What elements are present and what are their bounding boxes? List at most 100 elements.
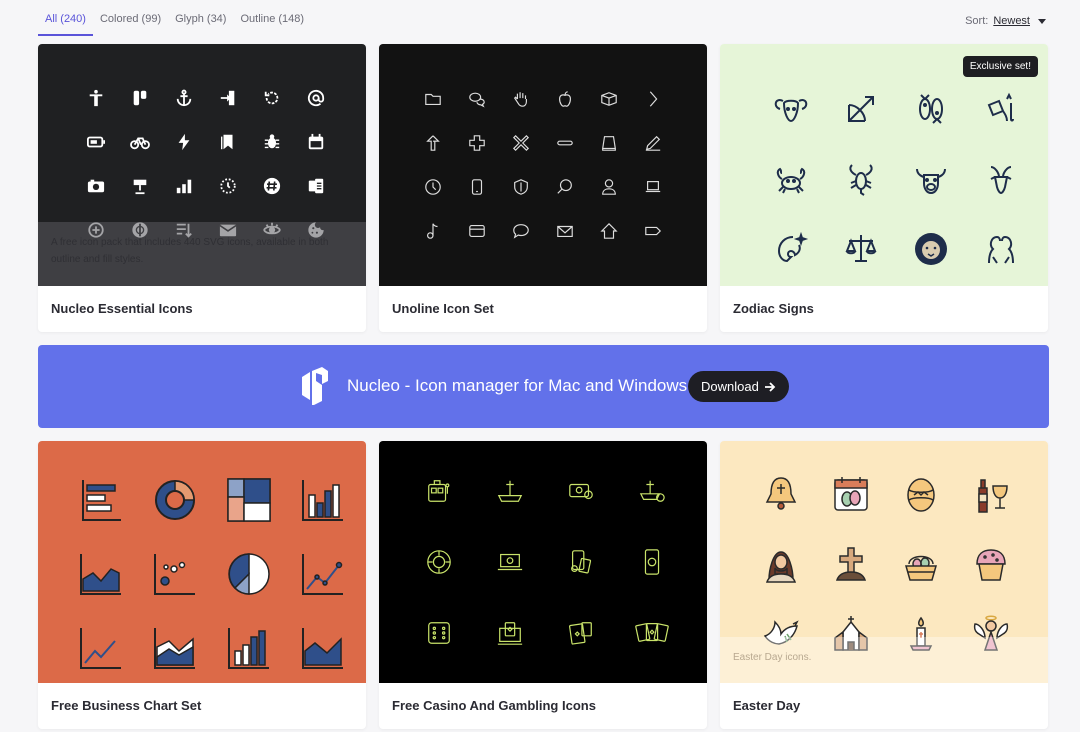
mountain-chart-icon (286, 611, 360, 685)
bar-chart-icon (162, 164, 206, 208)
login-icon (206, 76, 250, 120)
money-chip-icon (545, 455, 616, 526)
card-description-overlay: A free icon pack that includes 440 SVG i… (38, 222, 366, 286)
sort-dropdown[interactable]: Newest (993, 15, 1030, 27)
search-icon (543, 165, 587, 209)
hashtag-icon (250, 164, 294, 208)
close-icon (499, 121, 543, 165)
aquarius-icon (966, 74, 1036, 144)
lamp-icon (118, 164, 162, 208)
card-preview (379, 441, 707, 683)
card-casino[interactable]: Free Casino And Gambling Icons (379, 441, 707, 729)
card-preview (379, 44, 707, 286)
arrow-turn-icon (411, 121, 455, 165)
toggle-icon (118, 76, 162, 120)
card-easter[interactable]: Easter Day icons. Easter Day (720, 441, 1048, 729)
camera-icon (74, 164, 118, 208)
card-title: Free Business Chart Set (51, 698, 202, 713)
user-icon (587, 165, 631, 209)
nucleo-logo-icon (300, 367, 330, 410)
wine-bread-icon (956, 459, 1026, 529)
pie-chart-icon (212, 537, 286, 611)
battery-icon (74, 120, 118, 164)
laptop-icon (631, 165, 675, 209)
box-icon (587, 77, 631, 121)
scorpio-icon (826, 144, 896, 214)
hand-icon (499, 77, 543, 121)
online-poker-icon (474, 597, 545, 668)
card-title: Easter Day (733, 698, 801, 713)
bell-icon (746, 459, 816, 529)
sagittarius-icon (826, 74, 896, 144)
chat-icon (455, 77, 499, 121)
tab-colored[interactable]: Colored (99) (93, 0, 168, 36)
gemini-icon (966, 214, 1036, 284)
accessibility-icon (74, 76, 118, 120)
card-zodiac[interactable]: Exclusive set! Zodiac Signs (720, 44, 1048, 332)
phone-icon (455, 165, 499, 209)
easter-basket-icon (886, 529, 956, 599)
scatter-plot-icon (138, 537, 212, 611)
lightning-icon (162, 120, 206, 164)
tab-all[interactable]: All (240) (38, 0, 93, 36)
area-chart-icon (64, 537, 138, 611)
tab-outline[interactable]: Outline (148) (233, 0, 311, 36)
refresh-icon (250, 76, 294, 120)
exclusive-badge: Exclusive set! (962, 56, 1038, 77)
card-unoline[interactable]: Unoline Icon Set (379, 44, 707, 332)
envelope-icon (543, 209, 587, 253)
bicycle-icon (118, 120, 162, 164)
treemap-chart-icon (212, 463, 286, 537)
apple-icon (543, 77, 587, 121)
cancer-icon (756, 144, 826, 214)
bar-chart-icon (212, 611, 286, 685)
card-nucleo-essential[interactable]: A free icon pack that includes 440 SVG i… (38, 44, 366, 332)
icon-grid (403, 455, 687, 668)
jesus-icon (746, 529, 816, 599)
cards-chips-icon (545, 597, 616, 668)
card-business-chart[interactable]: Free Business Chart Set (38, 441, 366, 729)
leo-icon (896, 214, 966, 284)
card-title: Unoline Icon Set (392, 301, 494, 316)
arrow-right-icon (764, 381, 776, 392)
horizontal-bar-chart-icon (64, 463, 138, 537)
card-description-overlay: Easter Day icons. (720, 637, 1048, 683)
mobile-chip-icon (616, 526, 687, 597)
column-chart-icon (286, 463, 360, 537)
taurus-icon (896, 144, 966, 214)
sort-label: Sort: (965, 15, 989, 27)
tab-glyph[interactable]: Glyph (34) (168, 0, 233, 36)
card-title: Nucleo Essential Icons (51, 301, 193, 316)
card-preview: Exclusive set! (720, 44, 1048, 286)
minus-icon (543, 121, 587, 165)
download-button[interactable]: Download (688, 371, 789, 402)
chevron-down-icon[interactable] (1038, 18, 1046, 24)
music-note-icon (411, 209, 455, 253)
icon-grid (756, 74, 1036, 284)
line-chart-icon (286, 537, 360, 611)
virgo-icon (756, 214, 826, 284)
speech-bubble-icon (499, 209, 543, 253)
card-title: Zodiac Signs (733, 301, 814, 316)
poker-chip-icon (403, 526, 474, 597)
sort-control: Sort: Newest (965, 15, 1046, 27)
cupcake-icon (956, 529, 1026, 599)
roulette-chip-icon (616, 455, 687, 526)
bookmark-icon (206, 120, 250, 164)
donut-chart-icon (138, 463, 212, 537)
stacked-area-icon (138, 611, 212, 685)
dice-icon (403, 597, 474, 668)
trash-icon (587, 121, 631, 165)
laptop-casino-icon (474, 526, 545, 597)
banner-text: Nucleo - Icon manager for Mac and Window… (347, 376, 688, 395)
slot-machine-icon (403, 455, 474, 526)
playing-cards-icon (616, 597, 687, 668)
promo-banner[interactable]: Nucleo - Icon manager for Mac and Window… (38, 345, 1049, 428)
aries-icon (756, 74, 826, 144)
easter-egg-icon (886, 459, 956, 529)
anchor-icon (162, 76, 206, 120)
at-sign-icon (294, 76, 338, 120)
capricorn-icon (966, 144, 1036, 214)
libra-icon (826, 214, 896, 284)
card-preview (38, 441, 366, 683)
